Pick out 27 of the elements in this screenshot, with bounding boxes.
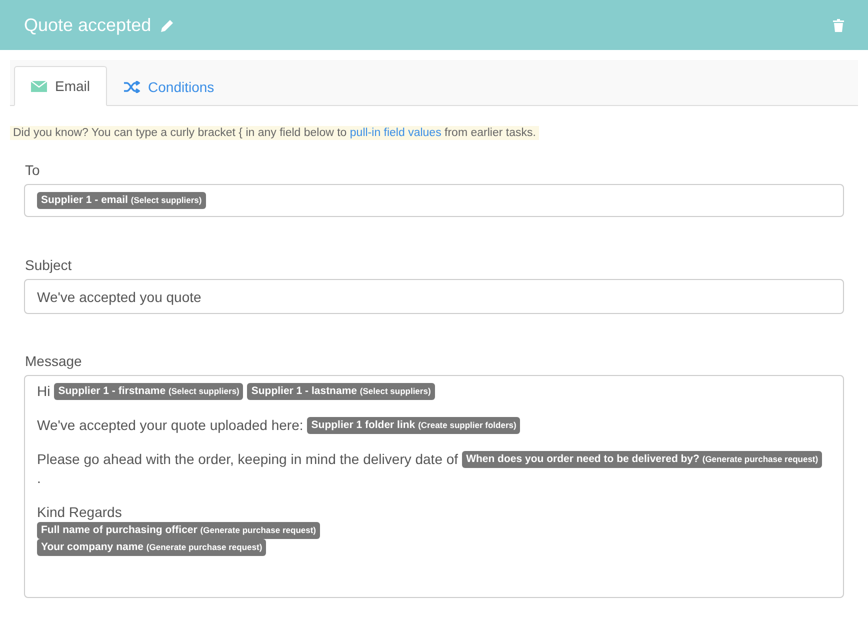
message-field[interactable] xyxy=(24,375,844,598)
hint-text: Did you know? You can type a curly bracket { in any field below to pull-in field values from earlier tasks. xyxy=(10,126,539,140)
message-text: Hi xyxy=(37,382,50,401)
subject-field[interactable]: We've accepted you quote xyxy=(24,279,844,314)
field-tag[interactable]: Supplier 1 - lastname (Select suppliers) xyxy=(247,383,435,400)
field-tag[interactable]: Supplier 1 - firstname (Select suppliers) xyxy=(54,383,244,400)
message-text: Kind Regards xyxy=(37,503,122,522)
to-field[interactable]: Supplier 1 - email (Select suppliers) xyxy=(24,184,844,217)
message-text: Please go ahead with the order, keeping in mind the delivery date of xyxy=(37,450,458,469)
field-tag[interactable]: Supplier 1 folder link (Create supplier folders) xyxy=(307,417,520,434)
field-tag[interactable]: When does you order need to be delivered by? (Generate purchase request) xyxy=(462,451,822,468)
message-text: . xyxy=(37,469,41,488)
field-label: To xyxy=(25,162,41,178)
field-tag[interactable]: Full name of purchasing officer (Generate purchase request) xyxy=(37,522,320,539)
shuffle-icon xyxy=(124,80,140,92)
field-tag[interactable]: Supplier 1 - email (Select suppliers) xyxy=(37,192,206,209)
pencil-icon[interactable] xyxy=(161,18,174,32)
message-text: We've accepted your quote uploaded here: xyxy=(37,416,304,435)
field-values-link[interactable]: pull-in field values xyxy=(350,127,442,139)
envelope-icon xyxy=(31,80,47,92)
field-label: Subject xyxy=(25,257,73,273)
field-tag[interactable]: Your company name (Generate purchase request) xyxy=(37,539,266,556)
window-title: Quote accepted xyxy=(24,14,152,36)
tab[interactable]: Email xyxy=(14,66,108,106)
trash-icon[interactable] xyxy=(833,18,844,32)
tab[interactable]: Conditions xyxy=(107,66,232,106)
field-label: Message xyxy=(25,353,83,369)
